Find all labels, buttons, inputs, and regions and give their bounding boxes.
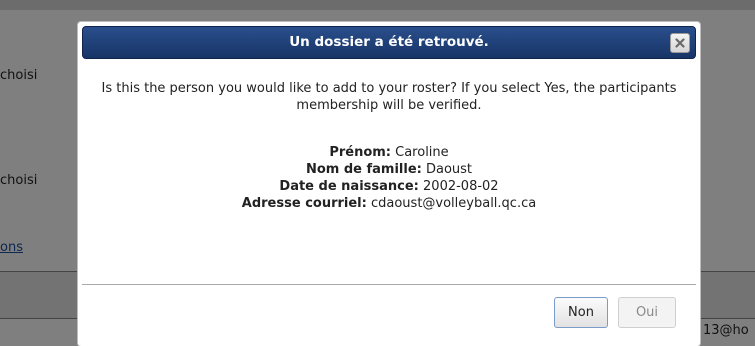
detail-birth-date: Date de naissance: 2002-08-02 (82, 178, 696, 195)
dialog-titlebar: Un dossier a été retrouvé. (82, 26, 696, 59)
detail-value: cdaoust@volleyball.qc.ca (370, 196, 537, 211)
dialog-title: Un dossier a été retrouvé. (289, 34, 489, 50)
detail-label: Prénom: (329, 145, 391, 160)
person-details: Prénom: Caroline Nom de famille: Daoust … (82, 144, 696, 212)
detail-value: 2002-08-02 (423, 179, 499, 194)
record-found-dialog: Un dossier a été retrouvé. Is this the p… (77, 21, 701, 346)
detail-label: Adresse courriel: (241, 196, 367, 211)
dialog-question: Is this the person you would like to add… (101, 81, 677, 113)
dialog-close-button[interactable] (670, 33, 690, 53)
dialog-content: Is this the person you would like to add… (82, 80, 696, 212)
detail-label: Nom de famille: (305, 162, 422, 177)
detail-first-name: Prénom: Caroline (82, 144, 696, 161)
no-button[interactable]: Non (554, 297, 608, 328)
close-icon (675, 38, 685, 48)
yes-button[interactable]: Oui (618, 297, 676, 328)
detail-label: Date de naissance: (279, 179, 419, 194)
screen: choisi choisi ons 13@ho Un dossier a été… (0, 0, 755, 346)
detail-email: Adresse courriel: cdaoust@volleyball.qc.… (82, 195, 696, 212)
detail-value: Daoust (425, 162, 473, 177)
detail-last-name: Nom de famille: Daoust (82, 161, 696, 178)
dialog-button-divider (82, 284, 696, 285)
detail-value: Caroline (395, 145, 449, 160)
